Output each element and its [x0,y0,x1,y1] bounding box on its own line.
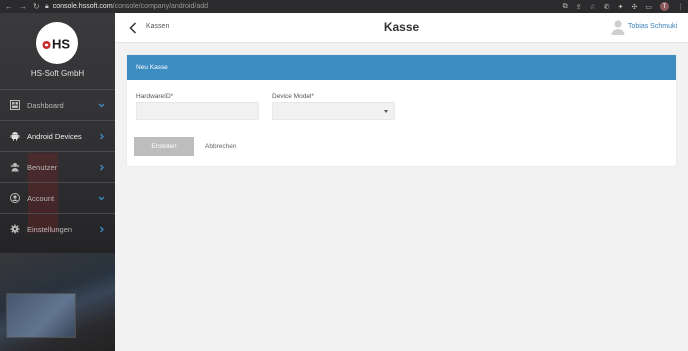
external-link-icon[interactable]: ⧉ [563,3,568,11]
sidebar-menu: Dashboard Android Devices Benutzer Accou… [0,89,115,244]
browser-toolbar: ← → ↻ 🔒︎ console.hssoft.com/console/comp… [0,0,688,13]
page-header: Kassen Kasse Tobias Schmuki [115,13,688,43]
card-title: Neu Kasse [127,55,676,80]
sidebar-item-label: Android Devices [27,131,82,141]
forward-arrow-icon[interactable]: → [19,0,27,13]
users-icon [10,162,20,172]
dashboard-icon [10,100,20,110]
browser-nav: ← → ↻ [0,0,42,13]
extension-icon[interactable]: ✦ [618,3,624,11]
browser-actions: ⧉ ⇪ ☆ ✆ ✦ ✣ ▭ T ⋮ [563,0,684,13]
sidebar-item-account[interactable]: Account [0,182,115,213]
sidebar-item-einstellungen[interactable]: Einstellungen [0,213,115,244]
company-name: HS-Soft GmbH [30,69,85,78]
share-icon[interactable]: ⇪ [576,3,582,11]
account-icon [10,193,20,203]
url-host: console.hssoft.com [52,3,113,10]
cancel-button[interactable]: Abbrechen [205,137,236,156]
user-avatar-icon[interactable] [611,19,625,35]
puzzle-icon[interactable]: ✣ [632,3,638,11]
sidebar-toggle-icon[interactable]: ▭ [645,3,652,11]
chevron-right-icon [100,164,104,171]
hardware-id-input[interactable] [136,102,259,120]
menu-dots-icon[interactable]: ⋮ [677,3,684,11]
sidebar-item-benutzer[interactable]: Benutzer [0,151,115,182]
chevron-right-icon [100,133,104,140]
star-icon[interactable]: ☆ [589,3,595,11]
back-arrow-icon[interactable]: ← [5,0,13,13]
caret-down-icon [384,110,388,113]
user-name-link[interactable]: Tobias Schmuki [628,23,677,30]
reload-icon[interactable]: ↻ [33,0,40,13]
sidebar-item-label: Dashboard [27,100,64,110]
sidebar: HS HS-Soft GmbH Dashboard Android Device… [0,13,115,351]
sidebar-item-label: Einstellungen [27,224,73,234]
url-path: /console/company/android/add [112,3,208,10]
android-icon [10,131,20,141]
sidebar-item-android-devices[interactable]: Android Devices [0,120,115,151]
sidebar-background-image [0,253,115,351]
chevron-down-icon [98,196,105,201]
gear-icon [10,224,20,234]
page-title: Kasse [383,20,420,34]
browser-profile-avatar[interactable]: T [660,2,669,11]
lock-icon: 🔒︎ [45,2,49,10]
svg-text:HS: HS [52,37,70,52]
new-kasse-card: Neu Kasse HardwareID* Device Model* Erst… [127,55,676,166]
hardware-id-label: HardwareID* [136,93,174,100]
device-model-select[interactable] [272,102,395,120]
chevron-right-icon [100,226,104,233]
sidebar-item-dashboard[interactable]: Dashboard [0,89,115,120]
address-bar[interactable]: 🔒︎ console.hssoft.com/console/company/an… [45,3,208,11]
create-button[interactable]: Erstellen [134,137,194,156]
chevron-down-icon [98,103,105,108]
sidebar-item-label: Account [27,193,55,203]
device-model-label: Device Model* [272,93,314,100]
phone-icon[interactable]: ✆ [604,3,610,11]
sidebar-item-label: Benutzer [27,162,58,172]
company-logo[interactable]: HS [36,22,78,64]
hs-logo-icon: HS [38,24,76,62]
